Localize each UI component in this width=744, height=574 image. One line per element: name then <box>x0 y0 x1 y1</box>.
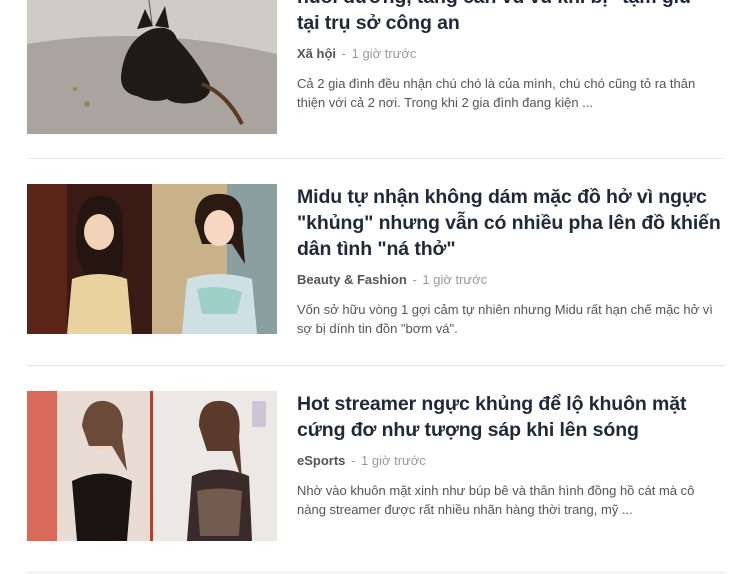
article-excerpt: Vốn sở hữu vòng 1 gợi cảm tự nhiên nhưng… <box>297 302 713 336</box>
article-time: 1 giờ trước <box>351 46 417 61</box>
article-title[interactable]: Hot streamer ngực khủng để lộ khuôn mặt … <box>297 391 725 443</box>
article-thumbnail[interactable] <box>27 0 277 134</box>
meta-separator: - <box>351 453 356 468</box>
fashion-photo <box>27 184 277 334</box>
article-thumbnail[interactable] <box>27 184 277 334</box>
article-excerpt: Cả 2 gia đình đều nhận chú chó là của mì… <box>297 76 696 110</box>
article-excerpt: Nhờ vào khuôn mặt xinh như búp bê và thâ… <box>297 483 695 517</box>
article-meta: eSports - 1 giờ trước <box>297 453 725 469</box>
article-time: 1 giờ trước <box>422 272 488 287</box>
article-time: 1 giờ trước <box>361 453 426 468</box>
divider <box>27 572 725 573</box>
article-meta: Xã hội - 1 giờ trước <box>297 46 725 62</box>
article-category[interactable]: Xã hội <box>297 46 336 61</box>
meta-separator: - <box>341 46 346 61</box>
article-title[interactable]: Midu tự nhận không dám mặc đồ hở vì ngực… <box>297 184 725 262</box>
article-category[interactable]: Beauty & Fashion <box>297 272 407 287</box>
meta-separator: - <box>412 272 417 287</box>
streamer-photo <box>27 391 277 541</box>
divider <box>27 158 725 159</box>
article-meta: Beauty & Fashion - 1 giờ trước <box>297 272 725 288</box>
divider <box>27 365 725 366</box>
article-thumbnail[interactable] <box>27 391 277 541</box>
dog-photo <box>27 0 277 134</box>
article-title[interactable]: nuôi dưỡng, tăng cân vù vù khi bị "tạm g… <box>297 0 725 36</box>
article-category[interactable]: eSports <box>297 453 345 468</box>
